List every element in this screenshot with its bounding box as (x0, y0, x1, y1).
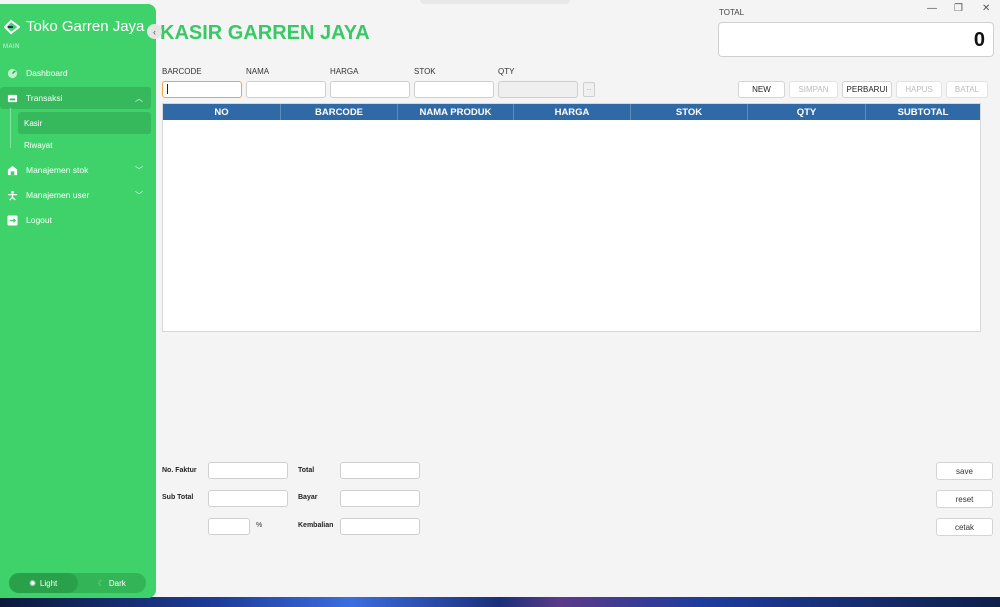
sidebar-item-dashboard[interactable]: Dashboard (0, 62, 151, 84)
minimize-icon[interactable]: — (927, 3, 937, 14)
cetak-button[interactable]: cetak (936, 518, 993, 536)
chevron-down-icon: ﹀ (135, 166, 143, 175)
perbarui-button[interactable]: PERBARUI (842, 81, 892, 98)
text-caret (167, 84, 168, 94)
no-faktur-input[interactable] (208, 462, 288, 479)
percent-label: % (256, 522, 263, 529)
hapus-button[interactable]: HAPUS (896, 81, 942, 98)
sidebar-subitem-kasir[interactable]: Kasir (18, 112, 151, 134)
sidebar-subitem-label: Kasir (24, 118, 43, 128)
discount-percent-input[interactable] (208, 518, 250, 535)
brand: Toko Garren Jaya (4, 18, 144, 35)
product-lookup-button[interactable]: ... (583, 82, 595, 97)
title-bar-ghost (420, 0, 570, 4)
kembalian-input[interactable] (340, 518, 420, 535)
sidebar-collapse-button[interactable]: ‹ (147, 24, 162, 39)
column-header-qty[interactable]: QTY (748, 104, 866, 120)
barcode-label: BARCODE (162, 67, 202, 76)
sidebar-item-manajemen-user[interactable]: Manajemen user ﹀ (0, 184, 151, 206)
harga-input[interactable] (330, 81, 410, 98)
sun-icon: ✺ (29, 578, 36, 588)
total-label: TOTAL (719, 8, 745, 17)
sidebar-item-label: Transaksi (26, 93, 63, 103)
qty-input[interactable] (498, 81, 578, 98)
close-icon[interactable]: ✕ (982, 3, 990, 14)
brand-logo-icon (4, 19, 20, 34)
inbox-icon (6, 92, 18, 104)
cart-table: NO BARCODE NAMA PRODUK HARGA STOK QTY SU… (162, 103, 981, 332)
column-header-no[interactable]: NO (163, 104, 281, 120)
chevron-down-icon: ﹀ (135, 191, 143, 200)
theme-dark-label: Dark (108, 578, 126, 588)
bayar-input[interactable] (340, 490, 420, 507)
harga-label: HARGA (330, 67, 359, 76)
sidebar-item-label: Manajemen stok (26, 165, 89, 175)
section-label: MAIN (3, 44, 20, 50)
sidebar-item-label: Dashboard (26, 68, 68, 78)
theme-light-label: Light (39, 578, 58, 588)
sidebar-item-transaksi[interactable]: Transaksi ︿ (0, 87, 151, 109)
sidebar: Toko Garren Jaya MAIN Dashboard Transaks… (0, 4, 156, 598)
submenu-connector-line (10, 108, 11, 148)
brand-name: Toko Garren Jaya (26, 18, 145, 35)
restore-icon[interactable]: ❐ (954, 3, 963, 14)
total-value: 0 (973, 29, 985, 51)
warehouse-icon (6, 164, 18, 176)
table-header: NO BARCODE NAMA PRODUK HARGA STOK QTY SU… (163, 104, 980, 120)
column-header-barcode[interactable]: BARCODE (281, 104, 398, 120)
sidebar-item-label: Logout (26, 215, 52, 225)
theme-toggle: ✺ Light ☾ Dark (9, 573, 146, 593)
page-title: KASIR GARREN JAYA (160, 22, 370, 44)
column-header-subtotal[interactable]: SUBTOTAL (866, 104, 980, 120)
reset-button[interactable]: reset (936, 490, 993, 508)
app-window: Toko Garren Jaya MAIN Dashboard Transaks… (0, 0, 1000, 598)
sidebar-subitem-label: Riwayat (24, 140, 53, 150)
stok-label: STOK (414, 67, 436, 76)
moon-icon: ☾ (97, 578, 105, 588)
theme-dark-option[interactable]: ☾ Dark (78, 573, 147, 593)
logout-icon (6, 214, 18, 226)
sidebar-item-manajemen-stok[interactable]: Manajemen stok ﹀ (0, 159, 151, 181)
theme-light-option[interactable]: ✺ Light (9, 573, 78, 593)
stok-input[interactable] (414, 81, 494, 98)
sidebar-nav: Dashboard Transaksi ︿ Kasir Riwayat Mana… (0, 62, 156, 234)
column-header-stok[interactable]: STOK (631, 104, 748, 120)
sidebar-item-label: Manajemen user (26, 190, 90, 200)
column-header-nama-produk[interactable]: NAMA PRODUK (398, 104, 514, 120)
sidebar-subitem-riwayat[interactable]: Riwayat (18, 134, 151, 156)
kembalian-label: Kembalian (298, 522, 334, 529)
total-input[interactable] (340, 462, 420, 479)
column-header-harga[interactable]: HARGA (514, 104, 631, 120)
new-button[interactable]: NEW (738, 81, 785, 98)
total-display: 0 (718, 22, 994, 57)
total-field-label: Total (298, 467, 315, 474)
save-button[interactable]: save (936, 462, 993, 480)
sub-total-input[interactable] (208, 490, 288, 507)
simpan-button[interactable]: SIMPAN (789, 81, 838, 98)
chevron-up-icon: ︿ (135, 94, 143, 103)
sidebar-item-logout[interactable]: Logout (0, 209, 151, 231)
user-icon (6, 189, 18, 201)
bayar-label: Bayar (298, 494, 318, 501)
chevron-left-icon: ‹ (153, 26, 156, 37)
barcode-input[interactable] (162, 81, 242, 98)
qty-label: QTY (498, 67, 515, 76)
no-faktur-label: No. Faktur (162, 467, 197, 474)
nama-label: NAMA (246, 67, 270, 76)
batal-button[interactable]: BATAL (946, 81, 988, 98)
dashboard-icon (6, 67, 18, 79)
sub-total-label: Sub Total (162, 494, 194, 501)
nama-input[interactable] (246, 81, 326, 98)
